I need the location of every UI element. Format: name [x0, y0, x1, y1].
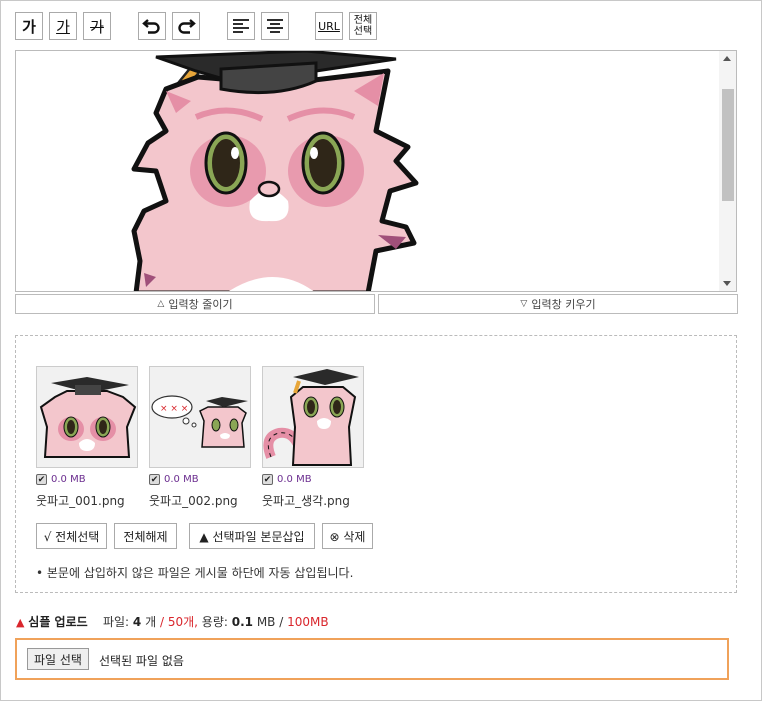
- redo-button[interactable]: [172, 12, 200, 40]
- attachment-panel: × × × ✔ 0.0 MB ✔ 0.0 MB ✔ 0.0 MB 웃파고_001…: [15, 335, 737, 593]
- editor-content[interactable]: [15, 50, 737, 292]
- select-all-button[interactable]: √ 전체선택: [36, 523, 107, 549]
- size-label: 용량:: [201, 615, 228, 629]
- url-button[interactable]: URL: [315, 12, 343, 40]
- no-file-label: 선택된 파일 없음: [99, 654, 184, 668]
- file-checkbox[interactable]: ✔: [149, 474, 160, 485]
- scroll-down-icon[interactable]: [723, 281, 731, 286]
- insert-selected-button[interactable]: ▲ 선택파일 본문삽입: [189, 523, 315, 549]
- underline-icon: 가: [56, 17, 70, 36]
- file-name: 웃파고_생각.png: [262, 494, 350, 508]
- file-name: 웃파고_002.png: [149, 494, 238, 508]
- file-thumbnail[interactable]: [36, 366, 138, 468]
- file-size: 0.0 MB: [277, 474, 312, 485]
- file-checkbox[interactable]: ✔: [36, 474, 47, 485]
- file-thumbnail[interactable]: × × ×: [149, 366, 251, 468]
- file-meta: ✔ 0.0 MB: [36, 474, 86, 485]
- underline-button[interactable]: 가: [49, 12, 77, 40]
- files-label: 파일:: [102, 615, 130, 629]
- file-size: 0.0 MB: [51, 474, 86, 485]
- shrink-editor-label: 입력창 줄이기: [168, 298, 233, 311]
- bold-button[interactable]: 가: [15, 12, 43, 40]
- scroll-thumb[interactable]: [722, 89, 734, 201]
- strike-icon: 가: [90, 17, 104, 36]
- deselect-all-button[interactable]: 전체해제: [114, 523, 177, 549]
- grow-editor-button[interactable]: ▽ 입력창 키우기: [378, 294, 738, 314]
- file-size: 0.0 MB: [164, 474, 199, 485]
- file-meta: ✔ 0.0 MB: [149, 474, 199, 485]
- size-unit: MB: [256, 615, 276, 629]
- cat-graduate-image: [131, 51, 419, 291]
- thought-marks: × × ×: [160, 404, 188, 414]
- max-size-separator: /: [279, 615, 284, 629]
- select-all-icon-line1: 전체: [353, 15, 373, 26]
- align-left-button[interactable]: [227, 12, 255, 40]
- thumbnail-image: [39, 377, 137, 458]
- undo-button[interactable]: [138, 12, 166, 40]
- align-left-icon: [233, 19, 249, 33]
- file-meta: ✔ 0.0 MB: [262, 474, 312, 485]
- select-all-icon-line2: 선택: [353, 26, 373, 37]
- file-count: 4: [132, 615, 142, 629]
- total-size: 0.1: [231, 615, 253, 629]
- file-count-unit: 개: [145, 615, 157, 629]
- scroll-up-icon[interactable]: [723, 56, 731, 61]
- file-thumbnail[interactable]: [262, 366, 364, 468]
- strike-button[interactable]: 가: [83, 12, 111, 40]
- file-checkbox[interactable]: ✔: [262, 474, 273, 485]
- editor-scrollbar[interactable]: [719, 51, 736, 291]
- triangle-down-icon: ▽: [520, 299, 528, 309]
- max-size: 100MB: [287, 615, 329, 629]
- thumbnail-image: × × ×: [151, 395, 248, 448]
- upload-title: 심플 업로드: [28, 615, 88, 629]
- choose-file-button[interactable]: 파일 선택: [27, 648, 89, 670]
- upload-summary: ▲ 심플 업로드 파일: 4 개 / 50개, 용량: 0.1 MB / 100…: [16, 613, 329, 630]
- red-triangle-icon: ▲: [16, 616, 25, 629]
- thumbnail-image: [263, 369, 359, 466]
- bold-icon: 가: [22, 17, 36, 36]
- auto-insert-note: • 본문에 삽입하지 않은 파일은 게시물 하단에 자동 삽입됩니다.: [36, 566, 354, 580]
- redo-icon: [178, 19, 196, 34]
- file-input-box: 파일 선택 선택된 파일 없음: [15, 638, 729, 680]
- url-icon: URL: [318, 19, 340, 33]
- select-all-toolbar-button[interactable]: 전체 선택: [349, 12, 377, 40]
- undo-icon: [142, 19, 160, 34]
- max-file-count: / 50개,: [159, 615, 198, 629]
- delete-button[interactable]: ⊗ 삭제: [322, 523, 373, 549]
- align-center-button[interactable]: [261, 12, 289, 40]
- shrink-editor-button[interactable]: △ 입력창 줄이기: [15, 294, 375, 314]
- grow-editor-label: 입력창 키우기: [531, 298, 596, 311]
- align-center-icon: [267, 19, 283, 33]
- triangle-up-icon: △: [157, 299, 165, 309]
- file-name: 웃파고_001.png: [36, 494, 125, 508]
